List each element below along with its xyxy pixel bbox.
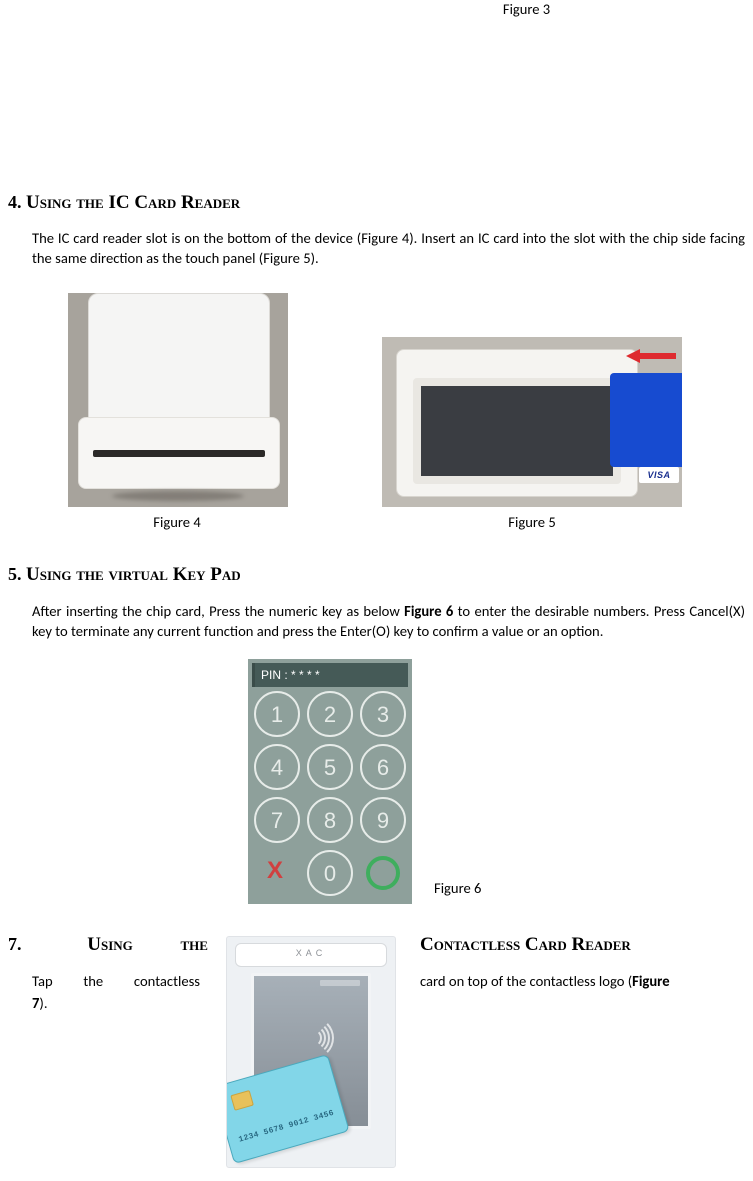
figure-row-4-5: VISA [32,293,745,507]
key-9[interactable]: 9 [360,797,406,843]
section-5-number: 5. [8,564,22,584]
section-7-left-tail: ). [39,994,47,1012]
card-chip-icon [230,1090,254,1111]
figure-5-caption: Figure 5 [382,513,682,533]
section-7-heading-right: Contactless Card Reader [420,932,745,958]
key-1[interactable]: 1 [254,691,300,737]
figure-7-image: XAC 1234 5678 9012 3456 [208,932,414,1168]
section-5-paragraph: After inserting the chip card, Press the… [32,602,745,641]
key-7[interactable]: 7 [254,797,300,843]
key-enter[interactable] [360,850,406,896]
section-5-heading: 5. Using the virtual Key Pad [8,562,745,588]
figure-6-keypad: PIN : * * * * 1 2 3 4 5 6 7 8 9 X 0 [248,659,412,904]
section-7-title-a: Using [69,932,133,958]
key-3[interactable]: 3 [360,691,406,737]
section-5-text-pre: After inserting the chip card, Press the… [32,602,404,620]
key-2[interactable]: 2 [307,691,353,737]
arrow-left-icon [626,349,676,363]
section-4-number: 4. [8,192,22,212]
figure-4-caption: Figure 4 [32,513,322,533]
key-6[interactable]: 6 [360,744,406,790]
section-4-title: Using the IC Card Reader [26,192,240,213]
section-4-heading: 4. Using the IC Card Reader [8,190,745,216]
section-7-fig-ref: Figure [632,972,669,990]
card-number: 1234 5678 9012 3456 [238,1109,336,1147]
section-7-number: 7. [8,932,22,958]
device-brand: XAC [227,947,395,959]
figure-4-image [68,293,288,507]
contactless-card: 1234 5678 9012 3456 [226,1054,350,1164]
key-8[interactable]: 8 [307,797,353,843]
figure-5-image: VISA [382,337,682,507]
key-4[interactable]: 4 [254,744,300,790]
section-7-right-text: card on top of the contactless logo ( [420,972,632,990]
figure-6-caption: Figure 6 [434,879,481,905]
visa-logo: VISA [639,467,679,483]
section-5-title: Using the virtual Key Pad [26,564,241,585]
section-7-left-text: Tap the contactless [32,972,200,990]
section-5-fig-ref: Figure 6 [404,602,453,620]
key-cancel[interactable]: X [254,850,296,892]
key-5[interactable]: 5 [307,744,353,790]
section-4-paragraph: The IC card reader slot is on the bottom… [32,229,745,268]
section-7-title-b: the [181,932,208,958]
figure-3-caption: Figure 3 [8,0,745,20]
key-0[interactable]: 0 [307,850,353,896]
section-7-heading-left: 7. Using the [8,932,208,958]
pin-display: PIN : * * * * [252,663,408,687]
